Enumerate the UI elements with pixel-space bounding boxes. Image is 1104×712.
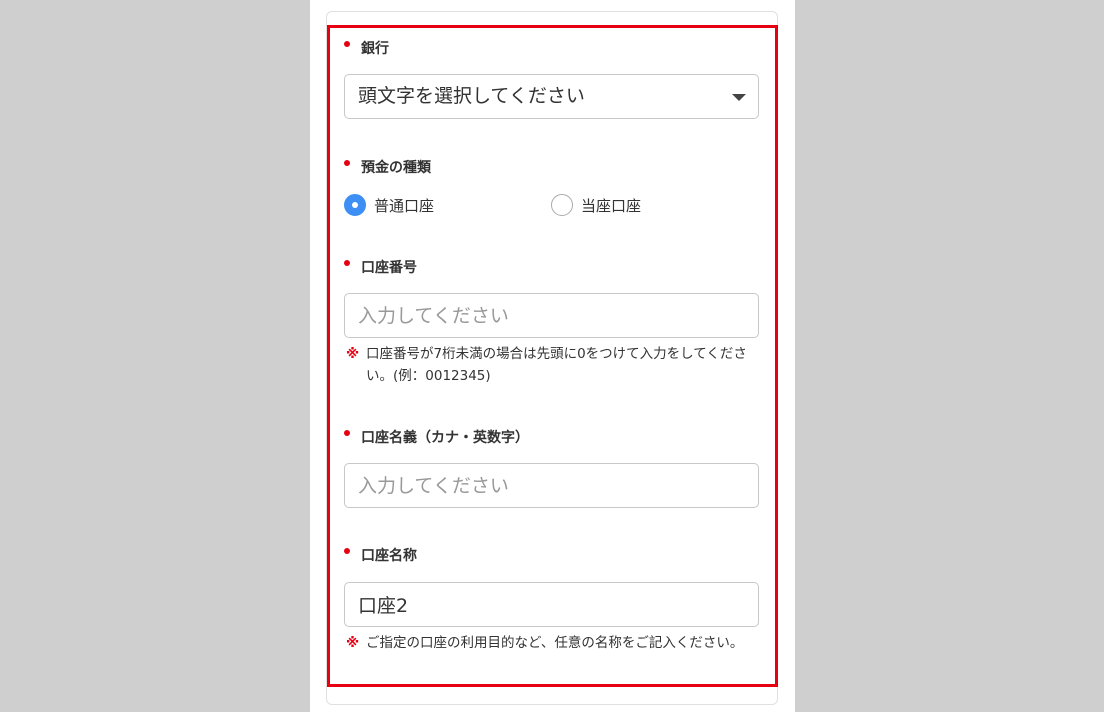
radio-checking-account[interactable]: 当座口座 xyxy=(551,193,641,217)
required-dot-icon xyxy=(344,430,350,436)
required-dot-icon xyxy=(344,41,350,47)
chevron-down-icon xyxy=(732,94,746,101)
required-dot-icon xyxy=(344,260,350,266)
bank-select-value: 頭文字を選択してください xyxy=(358,85,585,107)
radio-unchecked-icon xyxy=(551,194,573,216)
note-mark: ※ xyxy=(346,346,360,362)
account-name-label: 口座名称 xyxy=(344,548,417,564)
account-type-label: 預金の種類 xyxy=(344,160,431,176)
required-dot-icon xyxy=(344,548,350,554)
required-dot-icon xyxy=(344,160,350,166)
account-holder-label: 口座名義（カナ・英数字） xyxy=(344,430,529,446)
account-number-note: ※ 口座番号が7桁未満の場合は先頭に0をつけて入力をしてください。(例：0012… xyxy=(346,343,764,387)
bank-select[interactable]: 頭文字を選択してください xyxy=(344,74,759,119)
note-mark: ※ xyxy=(346,635,360,651)
radio-checked-icon xyxy=(344,194,366,216)
account-number-input[interactable] xyxy=(344,293,759,338)
account-number-note-text: 口座番号が7桁未満の場合は先頭に0をつけて入力をしてください。(例：001234… xyxy=(366,346,747,384)
account-holder-input[interactable] xyxy=(344,463,759,508)
radio-ordinary-account[interactable]: 普通口座 xyxy=(344,193,434,217)
radio-ordinary-label: 普通口座 xyxy=(374,196,435,215)
account-number-label: 口座番号 xyxy=(344,260,417,276)
account-name-note-text: ご指定の口座の利用目的など、任意の名称をご記入ください。 xyxy=(366,635,744,651)
bank-label: 銀行 xyxy=(344,41,389,57)
account-name-input[interactable] xyxy=(344,582,759,627)
account-name-note: ※ ご指定の口座の利用目的など、任意の名称をご記入ください。 xyxy=(346,632,764,654)
radio-checking-label: 当座口座 xyxy=(581,196,642,215)
